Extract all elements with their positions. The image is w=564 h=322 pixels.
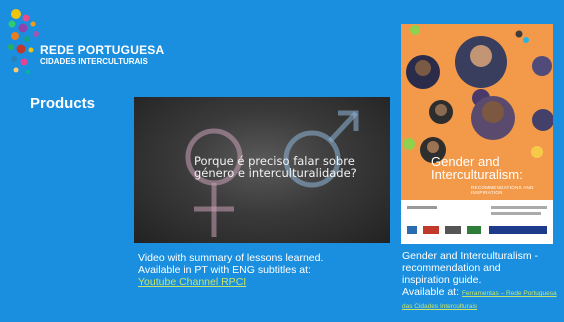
video-thumbnail[interactable]: Porque é preciso falar sobre género e in…: [134, 97, 390, 243]
guide-caption-line1: Gender and Interculturalism -: [402, 250, 538, 262]
video-caption-line1: Video with summary of lessons learned.: [138, 252, 324, 264]
available-at-label: Available at:: [402, 286, 460, 298]
available-at-row: Available at: Ferramentas – Rede Portugu…: [402, 286, 562, 312]
logo-line1: REDE PORTUGUESA: [40, 43, 165, 57]
guide-caption: Gender and Interculturalism - recommenda…: [402, 250, 562, 312]
page-title: Products: [30, 95, 96, 112]
cover-partner-logos: [401, 200, 553, 244]
logo-line2: CIDADES INTERCULTURAIS: [40, 57, 148, 66]
video-overlay-text: Porque é preciso falar sobre género e in…: [194, 154, 357, 180]
cover-title: Gender and Interculturalism:: [431, 154, 523, 182]
guide-caption-line2: recommendation and: [402, 262, 501, 274]
cover-subtitle: RECOMMENDATIONS AND INSPIRATION: [471, 185, 534, 195]
guide-cover-image[interactable]: Gender and Interculturalism: RECOMMENDAT…: [401, 24, 553, 244]
partner-logos-icon: [407, 206, 547, 234]
video-caption: Video with summary of lessons learned. A…: [138, 252, 378, 288]
video-caption-line2: Available in PT with ENG subtitles at:: [138, 264, 311, 276]
slide: REDE PORTUGUESA CIDADES INTERCULTURAIS P…: [0, 0, 564, 322]
rpci-logo: REDE PORTUGUESA CIDADES INTERCULTURAIS: [6, 8, 166, 78]
youtube-channel-link[interactable]: Youtube Channel RPCI: [138, 276, 378, 288]
guide-caption-line3: inspiration guide.: [402, 274, 482, 286]
logo-text: REDE PORTUGUESA CIDADES INTERCULTURAIS: [40, 43, 165, 67]
